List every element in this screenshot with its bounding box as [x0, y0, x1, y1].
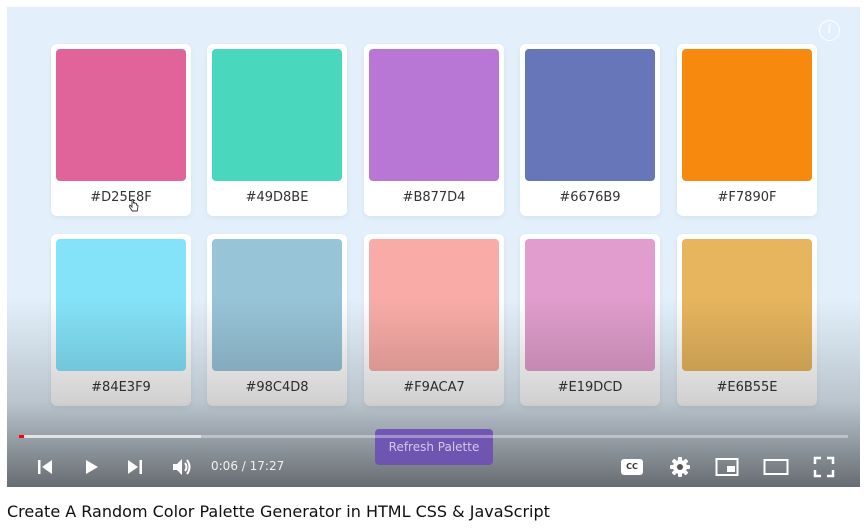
- color-swatch: [212, 49, 342, 181]
- captions-icon: CC: [621, 459, 643, 475]
- progress-bar[interactable]: [19, 435, 848, 438]
- color-swatch: [525, 239, 655, 371]
- time-display: 0:06 / 17:27: [211, 459, 284, 473]
- palette-card[interactable]: #F7890F: [677, 44, 817, 216]
- next-button[interactable]: [119, 451, 151, 483]
- settings-button[interactable]: [664, 451, 696, 483]
- hex-label: #98C4D8: [245, 380, 309, 395]
- previous-icon: [38, 460, 52, 474]
- color-swatch: [369, 239, 499, 371]
- color-swatch: [56, 239, 186, 371]
- fullscreen-button[interactable]: [808, 451, 840, 483]
- palette-card[interactable]: #6676B9: [520, 44, 660, 216]
- theater-icon: [763, 459, 789, 475]
- previous-button[interactable]: [29, 451, 61, 483]
- play-icon: [86, 460, 98, 474]
- cursor-hand-icon: [129, 199, 139, 212]
- hex-label: #B877D4: [402, 190, 466, 205]
- hex-label: #D25E8F: [90, 190, 152, 205]
- info-icon: i: [827, 22, 832, 37]
- progress-loaded: [19, 435, 201, 438]
- captions-button[interactable]: CC: [616, 451, 648, 483]
- color-swatch: [682, 239, 812, 371]
- fullscreen-icon: [813, 456, 835, 478]
- play-button[interactable]: [75, 451, 107, 483]
- settings-icon: [670, 457, 690, 477]
- progress-played: [19, 435, 24, 438]
- duration: 17:27: [249, 459, 285, 473]
- color-swatch: [369, 49, 499, 181]
- miniplayer-icon: [715, 458, 739, 476]
- theater-mode-button[interactable]: [760, 451, 792, 483]
- palette-card[interactable]: #49D8BE: [207, 44, 347, 216]
- color-swatch: [212, 239, 342, 371]
- hex-label: #6676B9: [559, 190, 621, 205]
- next-icon: [128, 460, 142, 474]
- volume-icon: [173, 459, 191, 475]
- hex-label: #F9ACA7: [403, 380, 465, 395]
- palette-card[interactable]: #F9ACA7: [364, 234, 504, 406]
- color-swatch: [682, 49, 812, 181]
- video-player[interactable]: i #D25E8F #49D8BE #B877D4 #6676B9 #F7890…: [7, 7, 860, 487]
- hex-label: #F7890F: [717, 190, 777, 205]
- palette-card[interactable]: #D25E8F: [51, 44, 191, 216]
- palette-card[interactable]: #E19DCD: [520, 234, 660, 406]
- palette-card[interactable]: #E6B55E: [677, 234, 817, 406]
- color-swatch: [56, 49, 186, 181]
- info-button[interactable]: i: [819, 20, 840, 41]
- player-controls: 0:06 / 17:27 CC: [7, 445, 860, 487]
- video-title[interactable]: Create A Random Color Palette Generator …: [7, 502, 550, 521]
- hex-label: #84E3F9: [91, 380, 151, 395]
- palette-card[interactable]: #B877D4: [364, 44, 504, 216]
- palette-card[interactable]: #84E3F9: [51, 234, 191, 406]
- color-swatch: [525, 49, 655, 181]
- palette-card[interactable]: #98C4D8: [207, 234, 347, 406]
- volume-button[interactable]: [166, 451, 198, 483]
- hex-label: #49D8BE: [245, 190, 309, 205]
- hex-label: #E6B55E: [716, 380, 778, 395]
- current-time: 0:06: [211, 459, 238, 473]
- miniplayer-button[interactable]: [711, 451, 743, 483]
- hex-label: #E19DCD: [557, 380, 623, 395]
- time-separator: /: [241, 459, 246, 473]
